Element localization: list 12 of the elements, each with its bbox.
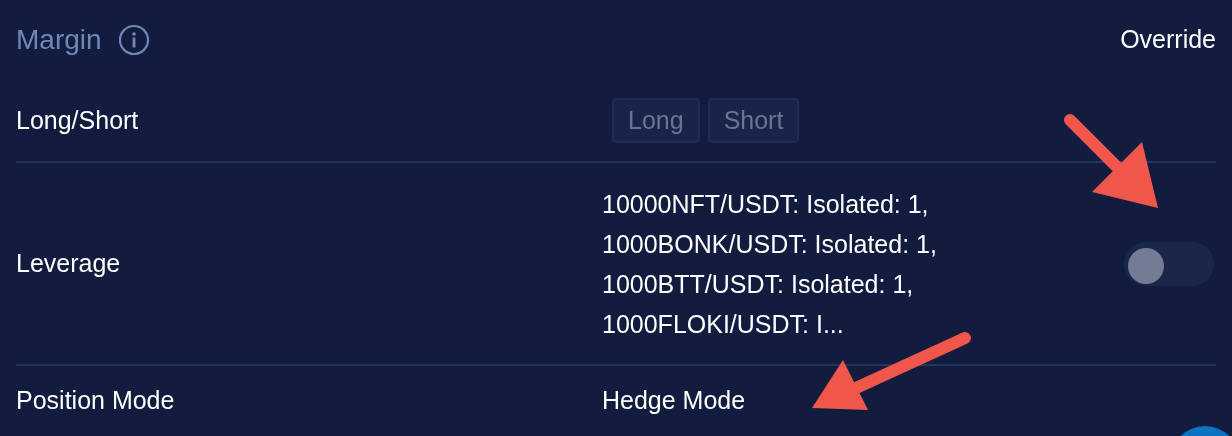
info-icon[interactable] (117, 24, 150, 56)
toggle-switch[interactable] (1124, 241, 1214, 286)
setting-value: Hedge Mode (602, 385, 746, 417)
section-title: Margin (16, 23, 102, 57)
leverage-text: 1000BONK/USDT: Isolated: 1, (602, 228, 938, 260)
leverage-text: 1000FLOKI/USDT: I... (602, 308, 845, 340)
override-link[interactable]: Override (1120, 21, 1216, 59)
setting-label: Position Mode (16, 385, 176, 417)
leverage-text: 1000BTT/USDT: Isolated: 1, (602, 268, 915, 300)
setting-label: Leverage (16, 247, 122, 279)
setting-label: Long/Short (16, 104, 140, 136)
leverage-text: 10000NFT/USDT: Isolated: 1, (602, 188, 930, 220)
